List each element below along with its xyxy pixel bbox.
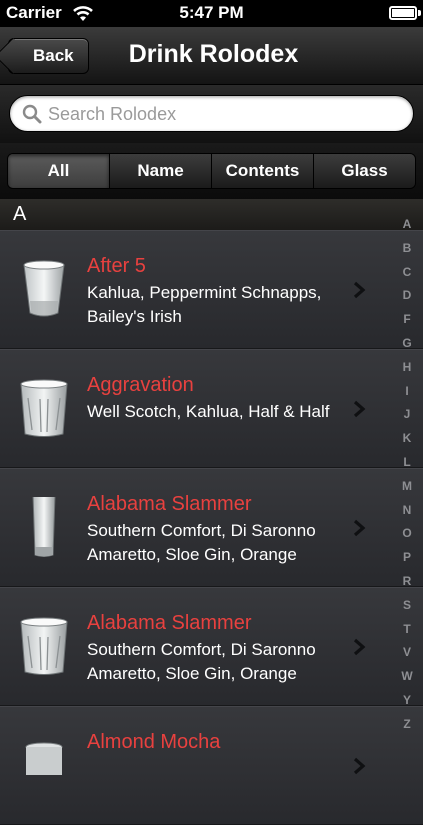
index-letter[interactable]: K — [403, 427, 412, 451]
rocks-glass-icon — [20, 617, 68, 675]
index-letter[interactable]: L — [403, 451, 410, 475]
segment-contents[interactable]: Contents — [211, 154, 313, 188]
chevron-right-icon — [353, 281, 366, 299]
list-item[interactable]: Alabama Slammer Southern Comfort, Di Sar… — [0, 468, 423, 587]
index-letter[interactable]: C — [403, 261, 412, 285]
search-bar — [0, 85, 423, 143]
rocks-glass-icon — [20, 379, 68, 437]
index-letter[interactable]: V — [403, 641, 411, 665]
index-letter[interactable]: R — [403, 570, 412, 594]
drink-name: After 5 — [87, 255, 146, 277]
segment-name[interactable]: Name — [109, 154, 211, 188]
index-letter[interactable]: F — [403, 308, 410, 332]
index-letter[interactable]: J — [404, 403, 411, 427]
back-button[interactable]: Back — [8, 38, 89, 74]
drink-contents: Southern Comfort, Di Saronno Amaretto, S… — [87, 640, 316, 683]
list-item[interactable]: After 5 Kahlua, Peppermint Schnapps, Bai… — [0, 230, 423, 349]
search-input[interactable] — [46, 100, 400, 129]
highball-glass-icon — [32, 497, 56, 557]
index-letter[interactable]: N — [403, 499, 412, 523]
index-letter[interactable]: D — [403, 284, 412, 308]
section-header: A — [0, 199, 423, 230]
index-letter[interactable]: A — [403, 213, 412, 237]
drink-name: Alabama Slammer — [87, 612, 252, 634]
filter-bar: All Name Contents Glass — [0, 143, 423, 199]
chevron-right-icon — [353, 757, 366, 775]
index-letter[interactable]: O — [402, 522, 411, 546]
battery-icon — [389, 6, 417, 20]
shot-glass-icon — [23, 260, 65, 317]
status-time: 5:47 PM — [179, 3, 244, 22]
index-letter[interactable]: P — [403, 546, 411, 570]
list-item[interactable]: Aggravation Well Scotch, Kahlua, Half & … — [0, 349, 423, 468]
section-index[interactable]: A B C D F G H I J K L M N O P R S T V W … — [391, 213, 423, 737]
index-letter[interactable]: B — [403, 237, 412, 261]
drink-name: Almond Mocha — [87, 731, 221, 753]
index-letter[interactable]: Z — [403, 713, 410, 737]
search-icon — [22, 104, 42, 124]
index-letter[interactable]: H — [403, 356, 412, 380]
search-field[interactable] — [9, 95, 414, 132]
index-letter[interactable]: Y — [403, 689, 411, 713]
drink-list: After 5 Kahlua, Peppermint Schnapps, Bai… — [0, 230, 423, 825]
index-letter[interactable]: W — [401, 665, 412, 689]
drink-name: Alabama Slammer — [87, 493, 252, 515]
index-letter[interactable]: S — [403, 594, 411, 618]
filter-segmented-control: All Name Contents Glass — [7, 153, 416, 189]
segment-all[interactable]: All — [8, 154, 109, 188]
index-letter[interactable]: G — [402, 332, 411, 356]
mug-icon — [25, 742, 63, 775]
drink-contents: Kahlua, Peppermint Schnapps, Bailey's Ir… — [87, 283, 322, 326]
status-bar: Carrier 5:47 PM — [0, 0, 423, 27]
index-letter[interactable]: I — [405, 380, 408, 404]
index-letter[interactable]: M — [402, 475, 412, 499]
index-letter[interactable]: T — [403, 618, 410, 642]
chevron-right-icon — [353, 519, 366, 537]
chevron-right-icon — [353, 638, 366, 656]
list-item[interactable]: Alabama Slammer Southern Comfort, Di Sar… — [0, 587, 423, 706]
segment-glass[interactable]: Glass — [313, 154, 415, 188]
chevron-right-icon — [353, 400, 366, 418]
drink-contents: Well Scotch, Kahlua, Half & Half — [87, 402, 330, 421]
navigation-bar: Back Drink Rolodex — [0, 27, 423, 85]
drink-contents: Southern Comfort, Di Saronno Amaretto, S… — [87, 521, 316, 564]
drink-name: Aggravation — [87, 374, 194, 396]
list-item[interactable]: Almond Mocha — [0, 706, 423, 825]
